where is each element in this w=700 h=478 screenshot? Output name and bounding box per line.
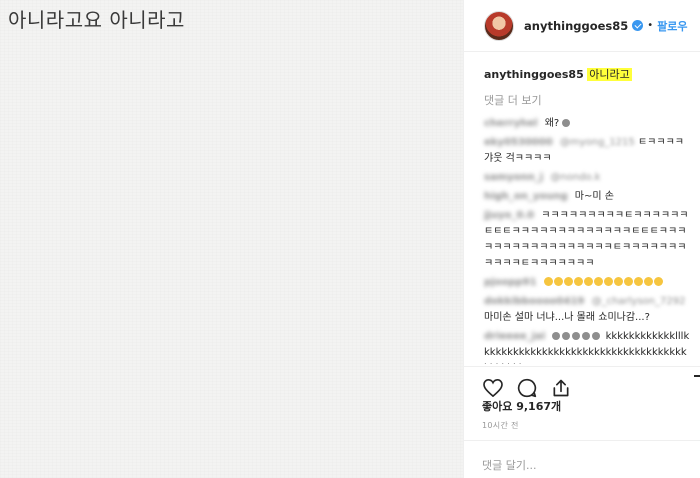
comment-item: cherryhel 왜? (484, 116, 690, 132)
comment-item: eky0530000 @myong_1215 ㅌㅋㅋㅋㅋ갸웃 걱ㅋㅋㅋㅋ (484, 135, 690, 167)
likes-count[interactable]: 좋아요 9,167개 (482, 398, 561, 414)
comment-item: jjuyo_0.0 ㅋㅋㅋㅋㅋㅋㅋㅋㅋㅌㅋㅋㅋㅋㅋㅋㅌㅌㅌㅋㅋㅋㅋㅋㅋㅋㅋㅋㅋㅋ… (484, 208, 690, 272)
comment-item: samyonn_j @nondo.k (484, 170, 690, 186)
comment-mention[interactable]: @myong_1215 (560, 137, 635, 148)
post-header: anythinggoes85 • 팔로우 (464, 0, 700, 52)
comment-icon[interactable] (516, 377, 538, 399)
comment-item: drieeee_jai kkkkkkkkkkkklllkkkkkkkkkkkkk… (484, 329, 690, 364)
comment-mention[interactable]: @_charlyson_7292 (592, 296, 686, 307)
laughing-emoji-icon (543, 277, 664, 288)
comment-mention[interactable]: @nondo.k (550, 172, 600, 183)
comment-text: 마미손 설마 너냐...나 몰래 쇼미나감...? (484, 312, 650, 323)
follow-button[interactable]: 팔로우 (657, 18, 687, 34)
comment-item: high_on_young 마~미 손 (484, 189, 690, 205)
image-caption-text: 아니라고요 아니라고 (8, 8, 185, 32)
comment-username[interactable]: samyonn_j (484, 172, 543, 183)
heart-icon[interactable] (482, 377, 504, 399)
share-icon[interactable] (550, 377, 572, 399)
post-timestamp[interactable]: 10시간 전 (482, 420, 519, 431)
post-image: 아니라고요 아니라고 (0, 0, 463, 478)
post-actions-bar (464, 366, 700, 400)
likes-label: 좋아요 (482, 400, 513, 413)
comment-username[interactable]: cherryhel (484, 118, 538, 129)
post-caption: anythinggoes85 아니라고 (484, 66, 690, 82)
comment-username[interactable]: jjuyo_0.0 (484, 210, 534, 221)
comment-item: dokkibboooo0419 @_charlyson_7292 마미손 설마 … (484, 294, 690, 326)
add-comment-bar (464, 440, 700, 478)
verified-badge-icon (632, 20, 644, 31)
separator-dot: • (647, 20, 654, 31)
comment-username[interactable]: eky0530000 (484, 137, 553, 148)
bookmark-icon[interactable] (693, 375, 700, 395)
header-username[interactable]: anythinggoes85 (524, 19, 628, 33)
likes-number: 9,167개 (516, 400, 562, 413)
comment-username[interactable]: high_on_young (484, 191, 568, 202)
comment-text: 왜? (544, 118, 560, 129)
comment-text: 마~미 손 (574, 191, 614, 202)
grin-emoji-icon (562, 119, 571, 127)
comment-item: pjoopp91 (484, 275, 690, 291)
comment-input[interactable] (482, 459, 682, 472)
caption-username[interactable]: anythinggoes85 (484, 68, 584, 81)
avatar[interactable] (484, 10, 514, 41)
comment-username[interactable]: pjoopp91 (484, 277, 537, 288)
post-side-panel: anythinggoes85 • 팔로우 anythinggoes85 아니라고… (463, 0, 700, 478)
comment-username[interactable]: dokkibboooo0419 (484, 296, 584, 307)
load-more-comments-button[interactable]: 댓글 더 보기 (484, 92, 690, 108)
comment-username[interactable]: drieeee_jai (484, 331, 545, 342)
grin-emoji-icon (552, 331, 602, 342)
caption-text: 아니라고 (587, 68, 632, 81)
comments-list[interactable]: anythinggoes85 아니라고 댓글 더 보기 cherryhel 왜?… (464, 52, 700, 364)
